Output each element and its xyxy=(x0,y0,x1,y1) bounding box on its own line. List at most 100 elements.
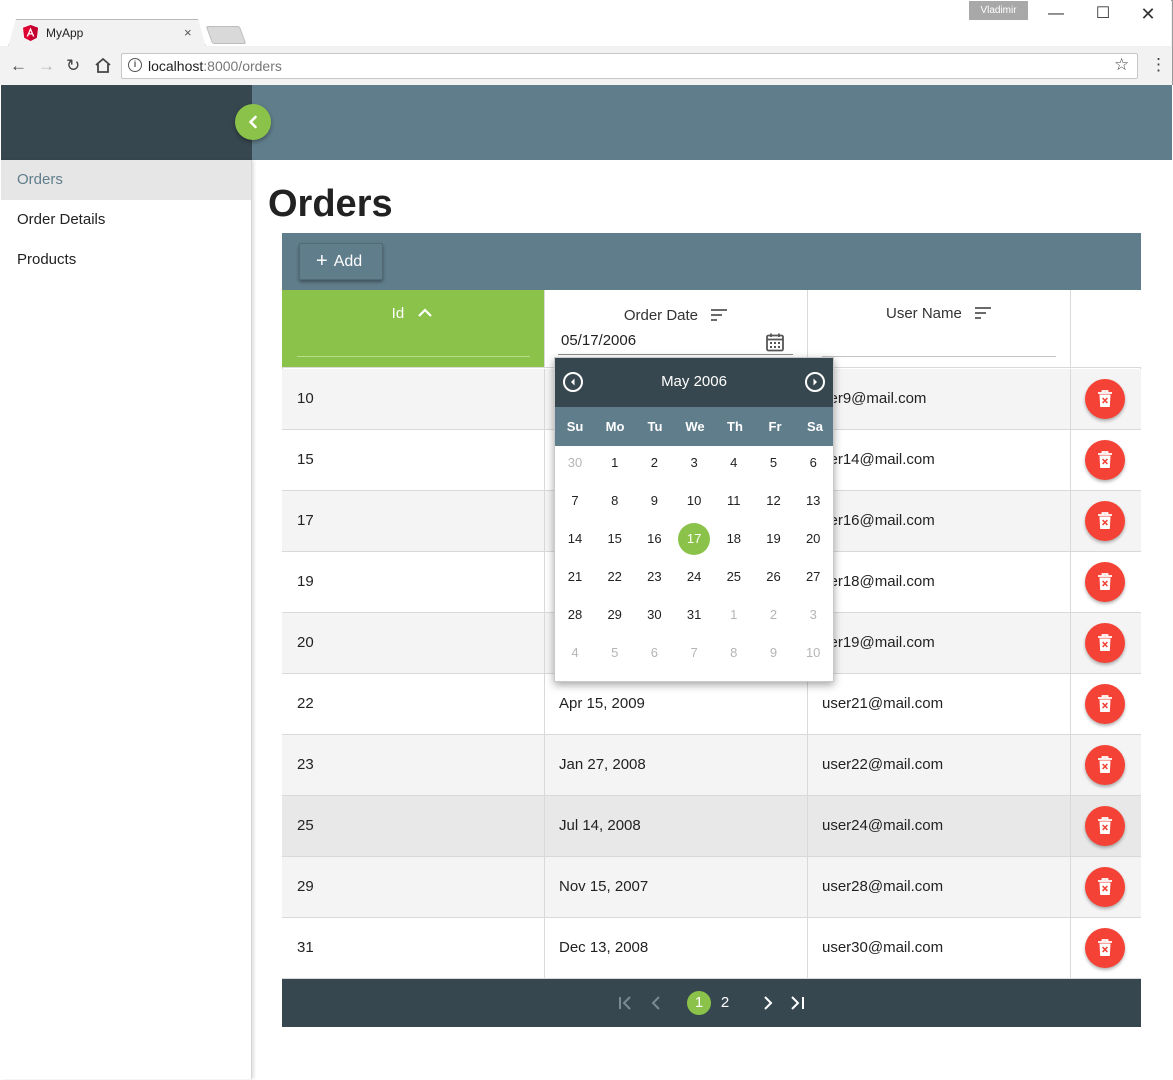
cell-user-name: user30@mail.com xyxy=(808,918,1071,979)
calendar-day[interactable]: 1 xyxy=(599,447,631,479)
delete-button[interactable] xyxy=(1085,501,1125,541)
delete-button[interactable] xyxy=(1085,745,1125,785)
cell-user-name: ser19@mail.com xyxy=(808,613,1071,674)
sidebar-item-order-details[interactable]: Order Details xyxy=(1,200,251,240)
page-1-button[interactable]: 1 xyxy=(687,991,711,1015)
browser-menu-icon[interactable]: ⋮ xyxy=(1150,55,1167,75)
reload-icon[interactable]: ↻ xyxy=(66,55,80,77)
calendar-day[interactable]: 14 xyxy=(559,523,591,555)
calendar-day[interactable]: 24 xyxy=(678,561,710,593)
calendar-day[interactable]: 25 xyxy=(718,561,750,593)
previous-page-icon[interactable] xyxy=(649,995,665,1011)
site-info-icon[interactable]: i xyxy=(128,58,142,72)
address-url[interactable]: localhost:8000/orders xyxy=(148,58,282,74)
trash-icon xyxy=(1098,634,1112,651)
calendar-day[interactable]: 27 xyxy=(797,561,829,593)
sidebar-item-products[interactable]: Products xyxy=(1,240,251,280)
calendar-day[interactable]: 9 xyxy=(638,485,670,517)
delete-button[interactable] xyxy=(1085,928,1125,968)
calendar-day[interactable]: 4 xyxy=(559,637,591,669)
home-icon[interactable] xyxy=(94,57,112,74)
close-window-icon[interactable]: ✕ xyxy=(1125,4,1171,24)
last-page-icon[interactable] xyxy=(789,995,807,1011)
calendar-day[interactable]: 26 xyxy=(758,561,790,593)
next-page-icon[interactable] xyxy=(759,995,775,1011)
calendar-day[interactable]: 3 xyxy=(797,599,829,631)
calendar-day[interactable]: 4 xyxy=(718,447,750,479)
tab-close-icon[interactable]: × xyxy=(184,25,192,40)
page-2-button[interactable]: 2 xyxy=(715,991,735,1015)
calendar-day[interactable]: 16 xyxy=(638,523,670,555)
minimize-icon[interactable]: — xyxy=(1033,4,1079,24)
calendar-day[interactable]: 30 xyxy=(638,599,670,631)
chevron-left-icon xyxy=(249,115,257,129)
calendar-day[interactable]: 10 xyxy=(797,637,829,669)
back-arrow-icon[interactable]: ← xyxy=(10,55,27,77)
calendar-icon[interactable] xyxy=(765,332,785,352)
user-name-filter-input[interactable] xyxy=(822,356,1056,357)
id-filter-input[interactable] xyxy=(297,356,530,357)
table-row[interactable]: 31 Dec 13, 2008 user30@mail.com xyxy=(282,918,1141,979)
sidebar-item-orders[interactable]: Orders xyxy=(1,160,251,200)
calendar-day[interactable]: 2 xyxy=(758,599,790,631)
delete-button[interactable] xyxy=(1085,379,1125,419)
date-picker-month[interactable]: May 2006 xyxy=(555,373,833,390)
profile-badge[interactable]: Vladimir xyxy=(969,1,1028,20)
calendar-day[interactable]: 8 xyxy=(599,485,631,517)
calendar-day[interactable]: 6 xyxy=(797,447,829,479)
table-row[interactable]: 25 Jul 14, 2008 user24@mail.com xyxy=(282,796,1141,857)
calendar-day[interactable]: 15 xyxy=(599,523,631,555)
bookmark-star-icon[interactable]: ☆ xyxy=(1114,55,1129,75)
weekday-label: Th xyxy=(727,419,743,434)
cell-id: 23 xyxy=(282,735,545,796)
calendar-day[interactable]: 5 xyxy=(758,447,790,479)
forward-arrow-icon[interactable]: → xyxy=(38,55,55,77)
sidebar-collapse-button[interactable] xyxy=(235,104,271,140)
calendar-day[interactable]: 11 xyxy=(718,485,750,517)
calendar-day[interactable]: 29 xyxy=(599,599,631,631)
calendar-day[interactable]: 7 xyxy=(559,485,591,517)
calendar-day[interactable]: 28 xyxy=(559,599,591,631)
calendar-day[interactable]: 1 xyxy=(718,599,750,631)
trash-icon xyxy=(1098,512,1112,529)
calendar-day[interactable]: 2 xyxy=(638,447,670,479)
delete-button[interactable] xyxy=(1085,562,1125,602)
table-row[interactable]: 29 Nov 15, 2007 user28@mail.com xyxy=(282,857,1141,918)
first-page-icon[interactable] xyxy=(617,995,633,1011)
column-header-user-name[interactable]: User Name xyxy=(808,290,1071,368)
calendar-day[interactable]: 8 xyxy=(718,637,750,669)
calendar-day[interactable]: 10 xyxy=(678,485,710,517)
calendar-day[interactable]: 12 xyxy=(758,485,790,517)
calendar-day[interactable]: 9 xyxy=(758,637,790,669)
date-picker-weekdays: Su Mo Tu We Th Fr Sa xyxy=(555,407,833,446)
maximize-icon[interactable]: ☐ xyxy=(1080,4,1126,24)
add-button[interactable]: + Add xyxy=(299,243,383,280)
calendar-day[interactable]: 22 xyxy=(599,561,631,593)
calendar-day[interactable]: 31 xyxy=(678,599,710,631)
calendar-day[interactable]: 21 xyxy=(559,561,591,593)
cell-actions xyxy=(1071,369,1141,430)
delete-button[interactable] xyxy=(1085,440,1125,480)
calendar-day[interactable]: 7 xyxy=(678,637,710,669)
delete-button[interactable] xyxy=(1085,867,1125,907)
table-row[interactable]: 23 Jan 27, 2008 user22@mail.com xyxy=(282,735,1141,796)
calendar-day[interactable]: 6 xyxy=(638,637,670,669)
calendar-day[interactable]: 3 xyxy=(678,447,710,479)
delete-button[interactable] xyxy=(1085,623,1125,663)
calendar-day[interactable]: 23 xyxy=(638,561,670,593)
new-tab-button[interactable] xyxy=(205,26,247,44)
calendar-day[interactable]: 19 xyxy=(758,523,790,555)
order-date-filter-input[interactable]: 05/17/2006 xyxy=(561,332,636,349)
delete-button[interactable] xyxy=(1085,806,1125,846)
delete-button[interactable] xyxy=(1085,684,1125,724)
column-header-id[interactable]: Id xyxy=(282,290,545,368)
table-row[interactable]: 22 Apr 15, 2009 user21@mail.com xyxy=(282,674,1141,735)
next-month-icon[interactable] xyxy=(805,372,825,392)
calendar-day[interactable]: 13 xyxy=(797,485,829,517)
calendar-day[interactable]: 18 xyxy=(718,523,750,555)
calendar-day[interactable]: 20 xyxy=(797,523,829,555)
cell-actions xyxy=(1071,857,1141,918)
calendar-day[interactable]: 30 xyxy=(559,447,591,479)
calendar-day[interactable]: 17 xyxy=(678,523,711,555)
calendar-day[interactable]: 5 xyxy=(599,637,631,669)
